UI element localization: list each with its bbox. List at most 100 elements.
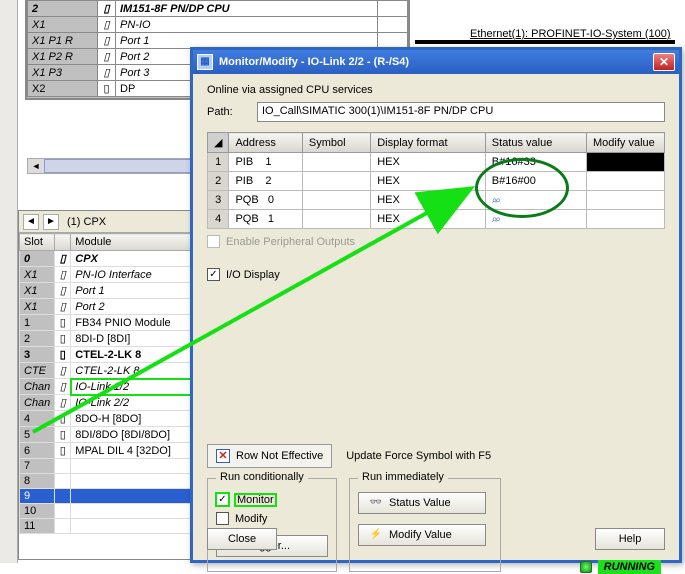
module-icon: ▯ xyxy=(98,17,116,33)
modify-cell[interactable] xyxy=(587,153,665,172)
io-display-checkbox[interactable] xyxy=(207,268,220,281)
monitor-checkbox[interactable] xyxy=(216,493,229,506)
monitor-modify-dialog: ▦ Monitor/Modify - IO-Link 2/2 - (R-/S4)… xyxy=(190,47,682,563)
hdr-symbol[interactable]: Symbol xyxy=(302,133,370,153)
module-icon: ▯ xyxy=(55,347,71,363)
modify-checkbox-row[interactable]: Modify xyxy=(216,512,328,525)
module-name: 8DO-H [8DO] xyxy=(71,411,196,427)
rownum-cell: 1 xyxy=(208,153,229,172)
status-cell: B#16#33 xyxy=(485,153,586,172)
module-icon: ▯ xyxy=(55,283,71,299)
module-name xyxy=(71,459,196,474)
ethernet-bus-line xyxy=(415,40,675,44)
table-row[interactable]: Chan▯IO-Link 2/2 xyxy=(20,395,196,411)
status-cell: B#16#00 xyxy=(485,172,586,191)
modify-checkbox[interactable] xyxy=(216,512,229,525)
table-row[interactable]: X1▯PN-IO xyxy=(28,17,408,33)
module-name: CTEL-2-LK 8 xyxy=(71,347,196,363)
table-corner[interactable]: ◢ xyxy=(208,133,229,153)
table-row[interactable]: 9 xyxy=(20,489,196,504)
table-row[interactable]: 2▯8DI-D [8DI] xyxy=(20,331,196,347)
table-row[interactable]: 3▯CTEL-2-LK 8 xyxy=(20,347,196,363)
table-row[interactable]: X1▯Port 2 xyxy=(20,299,196,315)
status-value-button[interactable]: 👓 Status Value xyxy=(358,492,486,514)
module-name: 8DI-D [8DI] xyxy=(71,331,196,347)
slot-cell: X1 xyxy=(20,299,55,315)
rownum-cell: 3 xyxy=(208,191,229,210)
io-display-row[interactable]: I/O Display xyxy=(207,268,365,281)
module-icon: ▯ xyxy=(55,363,71,379)
table-row[interactable]: X1▯PN-IO Interface xyxy=(20,267,196,283)
path-field[interactable]: IO_Call\SIMATIC 300(1)\IM151-8F PN/DP CP… xyxy=(257,102,665,122)
hdr-format[interactable]: Display format xyxy=(371,133,486,153)
modify-cell[interactable] xyxy=(587,191,665,210)
col-module[interactable]: Module xyxy=(71,234,196,251)
table-row[interactable]: 11 xyxy=(20,519,196,534)
module-icon xyxy=(55,504,71,519)
close-button[interactable]: Close xyxy=(207,528,277,550)
row-not-effective-button[interactable]: ✕ Row Not Effective xyxy=(207,444,332,468)
table-row[interactable]: 4PQB 1HEX⌕⌕ xyxy=(208,210,665,229)
row-not-effective-label: Row Not Effective xyxy=(236,450,323,462)
table-row[interactable]: 4▯8DO-H [8DO] xyxy=(20,411,196,427)
enable-periph-label: Enable Peripheral Outputs xyxy=(226,236,355,248)
table-row[interactable]: 3PQB 0HEX⌕⌕ xyxy=(208,191,665,210)
status-cell: ⌕⌕ xyxy=(485,210,586,229)
module-icon xyxy=(55,519,71,534)
ethernet-label: Ethernet(1): PROFINET-IO-System (100) xyxy=(470,28,671,40)
slot-cell: 7 xyxy=(20,459,55,474)
table-row[interactable]: 6▯MPAL DIL 4 [32DO] xyxy=(20,443,196,459)
help-button[interactable]: Help xyxy=(595,528,665,550)
close-icon[interactable]: ✕ xyxy=(653,53,675,71)
close-label: Close xyxy=(228,533,256,545)
fwd-button[interactable]: ► xyxy=(43,214,59,230)
table-row[interactable]: 7 xyxy=(20,459,196,474)
address-cell: PIB 1 xyxy=(229,153,302,172)
slot-cell: 3 xyxy=(20,347,55,363)
online-services-label: Online via assigned CPU services xyxy=(207,84,665,96)
col-slot[interactable]: Slot xyxy=(20,234,55,251)
slot-cell: 0 xyxy=(20,251,55,267)
hdr-address[interactable]: Address xyxy=(229,133,302,153)
format-cell: HEX xyxy=(371,153,486,172)
module-icon: ▯ xyxy=(55,427,71,443)
table-row[interactable]: 5▯8DI/8DO [8DI/8DO] xyxy=(20,427,196,443)
table-row[interactable]: 8 xyxy=(20,474,196,489)
left-splitter[interactable] xyxy=(0,0,18,563)
table-row[interactable]: 2▯IM151-8F PN/DP CPU xyxy=(28,1,408,17)
dialog-icon: ▦ xyxy=(197,54,213,70)
table-row[interactable]: 1PIB 1 HEXB#16#33 xyxy=(208,153,665,172)
module-name: PN-IO Interface xyxy=(71,267,196,283)
slot-cell: 8 xyxy=(20,474,55,489)
address-cell: PQB 1 xyxy=(229,210,302,229)
table-row[interactable]: Chan▯IO-Link 1/2 xyxy=(20,379,196,395)
monitor-label: Monitor xyxy=(235,494,276,506)
table-row[interactable]: X1▯Port 1 xyxy=(20,283,196,299)
enable-periph-checkbox xyxy=(207,235,220,248)
modify-cell[interactable] xyxy=(587,172,665,191)
table-row[interactable]: CTE▯CTEL-2-LK 8 xyxy=(20,363,196,379)
hdr-modify[interactable]: Modify value xyxy=(587,133,665,153)
hw-lower-title: (1) CPX xyxy=(67,216,106,228)
hw-lower-toolbar: ◄ ► (1) CPX xyxy=(19,211,196,233)
dialog-titlebar[interactable]: ▦ Monitor/Modify - IO-Link 2/2 - (R-/S4)… xyxy=(193,50,679,74)
module-name: CTEL-2-LK 8 xyxy=(71,363,196,379)
scroll-left-arrow[interactable]: ◄ xyxy=(28,159,44,173)
table-row[interactable]: 2PIB 2HEXB#16#00 xyxy=(208,172,665,191)
running-label: RUNNING xyxy=(598,560,661,574)
back-button[interactable]: ◄ xyxy=(23,214,39,230)
rownum-cell: 4 xyxy=(208,210,229,229)
monitor-checkbox-row[interactable]: Monitor xyxy=(216,493,328,506)
hdr-status[interactable]: Status value xyxy=(485,133,586,153)
symbol-cell xyxy=(302,210,370,229)
address-cell: PQB 0 xyxy=(229,191,302,210)
table-row[interactable]: 1▯FB34 PNIO Module xyxy=(20,315,196,331)
table-row[interactable]: 0▯CPX xyxy=(20,251,196,267)
slot-cell: 11 xyxy=(20,519,55,534)
module-name: IO-Link 2/2 xyxy=(71,395,196,411)
modify-cell[interactable] xyxy=(587,210,665,229)
col-icon-hdr[interactable] xyxy=(55,234,71,251)
table-row[interactable]: 10 xyxy=(20,504,196,519)
module-name: MPAL DIL 4 [32DO] xyxy=(71,443,196,459)
module-icon: ▯ xyxy=(98,1,116,17)
